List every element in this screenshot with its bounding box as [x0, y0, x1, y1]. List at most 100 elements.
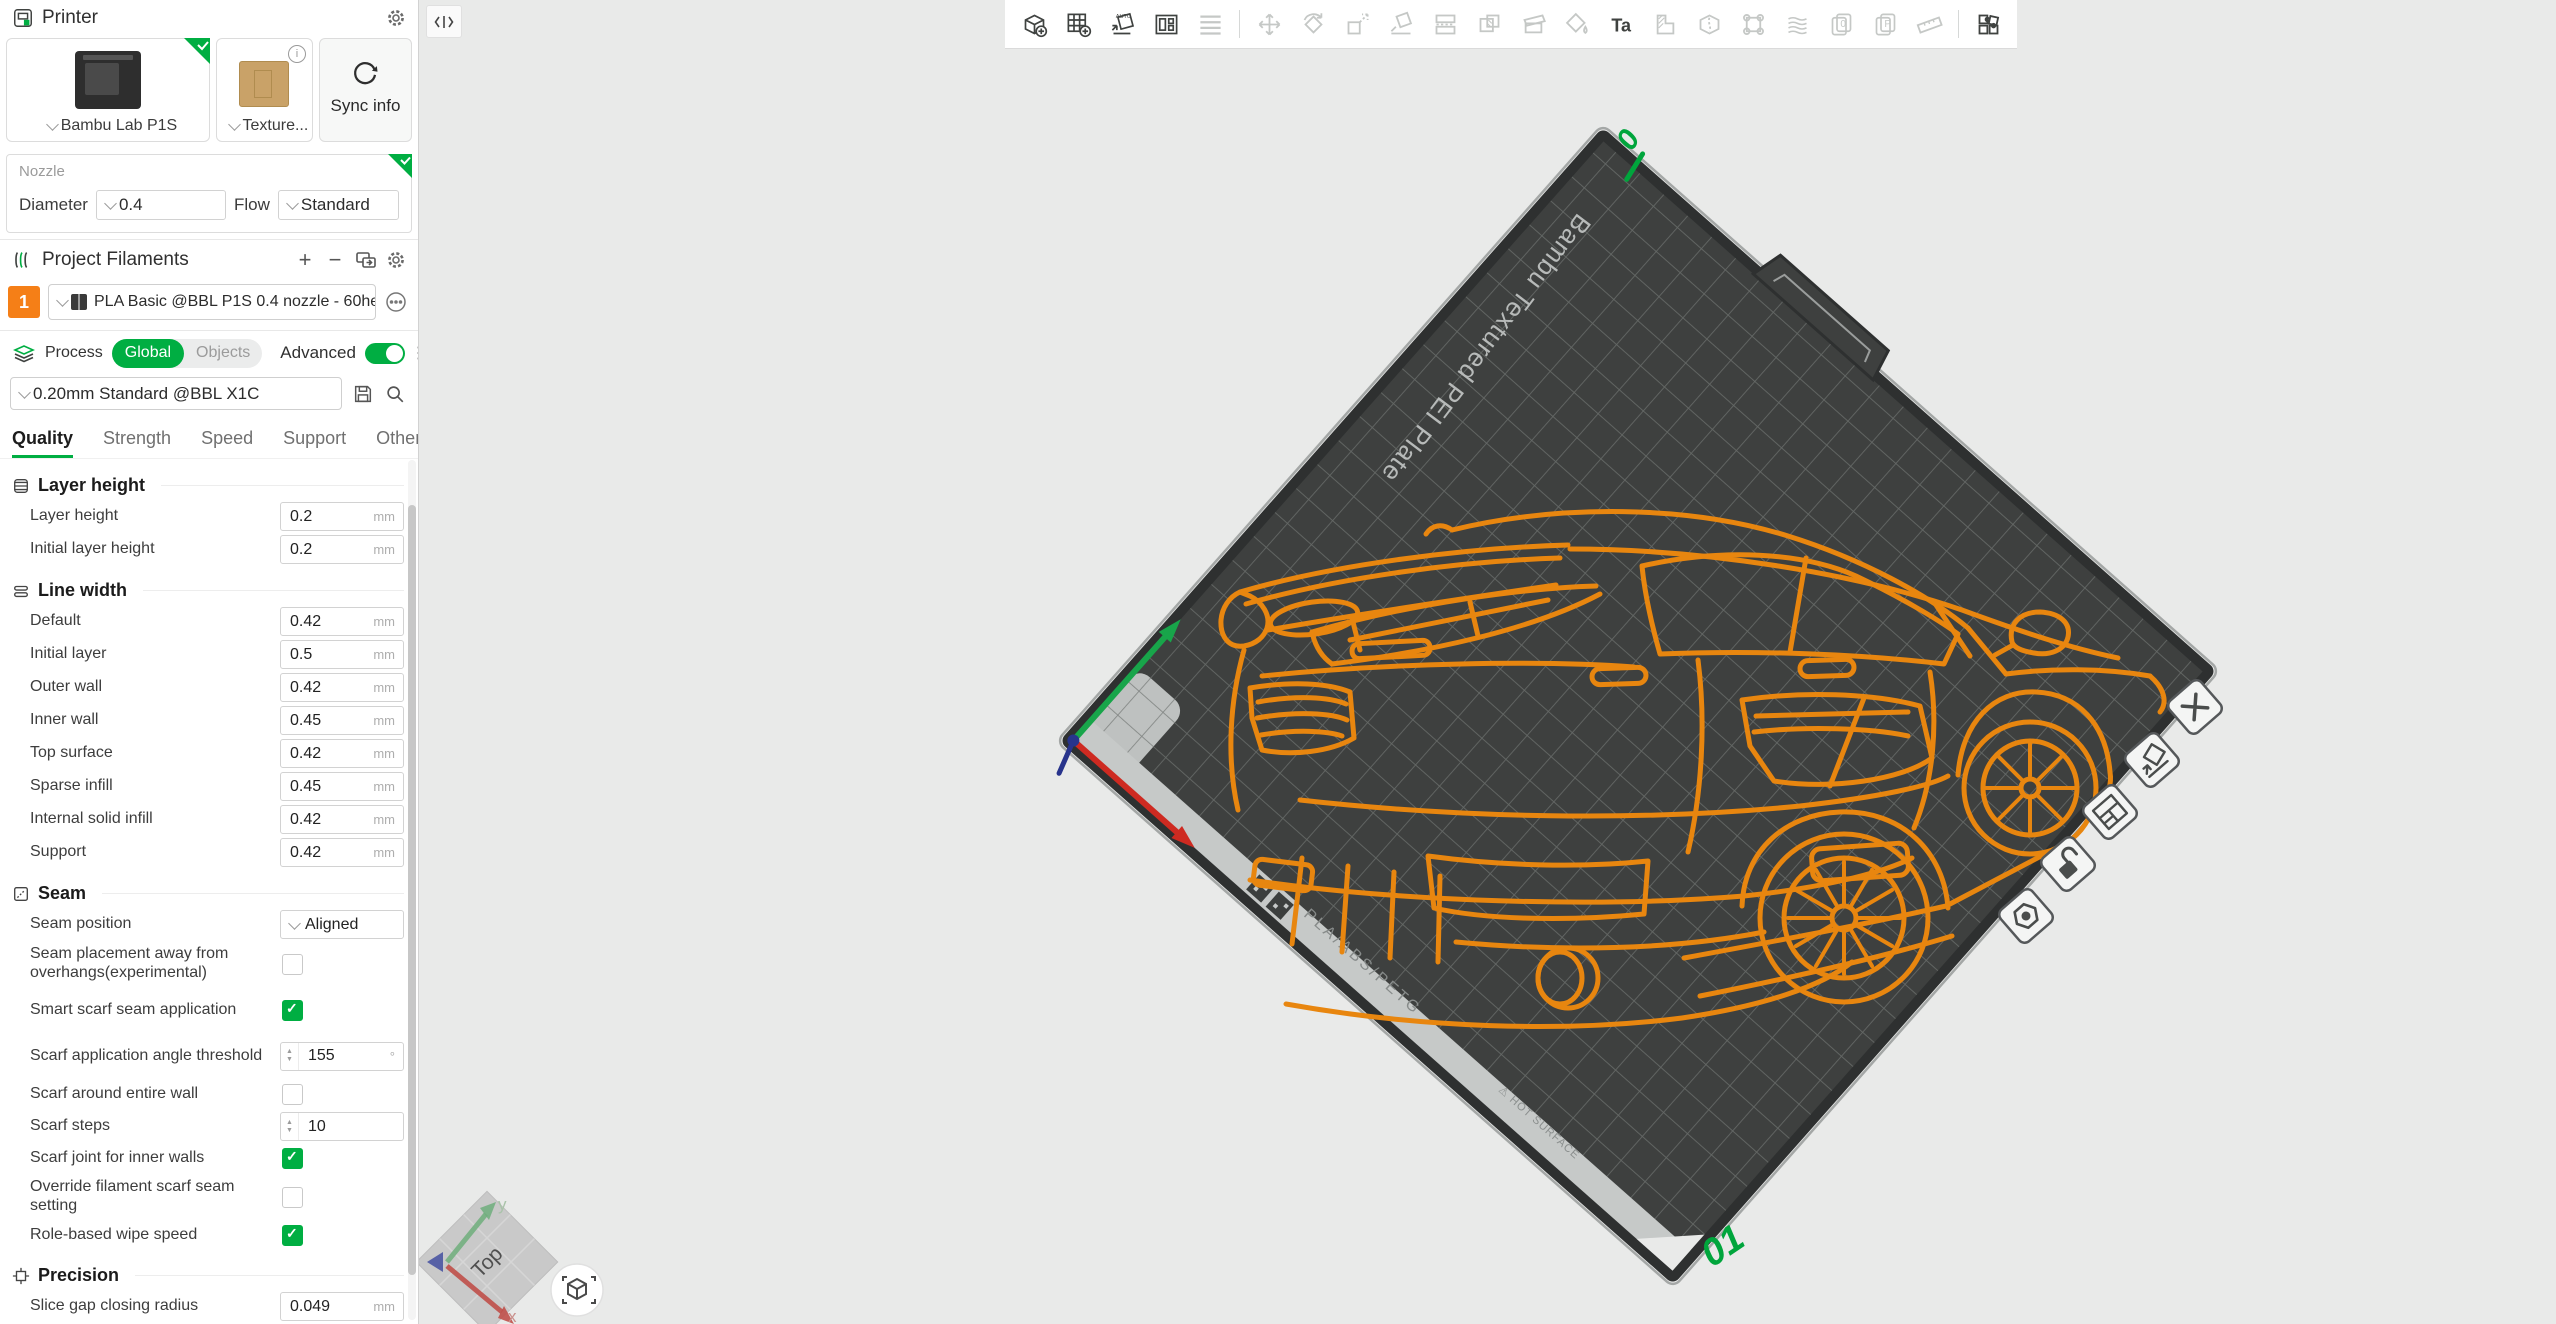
section-title: Line width — [38, 580, 127, 601]
arrange-icon — [1153, 11, 1180, 38]
sidebar-collapse-button[interactable] — [426, 5, 462, 38]
save-preset-icon[interactable] — [352, 383, 374, 405]
seam-painting-icon: P — [1872, 11, 1899, 38]
orientation-gizmo[interactable]: Top y x — [419, 1191, 558, 1324]
add-filament-button[interactable]: + — [294, 247, 316, 273]
printer-settings-gear-icon[interactable] — [386, 8, 406, 28]
plugin-button[interactable] — [1969, 5, 2007, 43]
seam-overhang-checkbox[interactable] — [282, 954, 303, 975]
nozzle-diameter-select[interactable]: 0.4 — [96, 190, 226, 220]
advanced-toggle[interactable] — [365, 343, 405, 364]
arrange-button[interactable] — [1147, 5, 1185, 43]
filament-slot-badge[interactable]: 1 — [8, 286, 40, 318]
cut-button[interactable] — [1514, 5, 1552, 43]
scale-button[interactable] — [1338, 5, 1376, 43]
sync-info-button[interactable]: Sync info — [319, 38, 412, 142]
override-scarf-checkbox[interactable] — [282, 1187, 303, 1208]
process-tabs: Quality Strength Speed Support Others — [0, 420, 418, 459]
nozzle-section-title: Nozzle — [19, 163, 399, 180]
filament-settings-gear-icon[interactable] — [386, 250, 406, 270]
filament-select[interactable]: PLA Basic @BBL P1S 0.4 nozzle - 60heatbe… — [48, 284, 376, 320]
ams-sync-icon[interactable] — [354, 248, 378, 272]
sync-info-label: Sync info — [331, 96, 401, 116]
assembly-view-button[interactable]: 0 — [1822, 5, 1860, 43]
build-plate[interactable]: PLA/ABS/PETG ⚠ HOT SURFACE — [1042, 109, 2233, 1304]
layer-height-input[interactable]: 0.2mm — [280, 502, 404, 531]
process-panel-title: Process — [45, 344, 103, 362]
split-to-objects-icon — [1432, 11, 1459, 38]
line-width-top-surface-input[interactable]: 0.42mm — [280, 739, 404, 768]
add-plate-button[interactable] — [1059, 5, 1097, 43]
tab-strength[interactable]: Strength — [103, 428, 171, 458]
sidebar-scrollbar-thumb[interactable] — [408, 505, 416, 1275]
add-object-icon — [1021, 11, 1048, 38]
initial-layer-height-input[interactable]: 0.2mm — [280, 535, 404, 564]
svg-text:0: 0 — [1840, 18, 1846, 29]
tab-speed[interactable]: Speed — [201, 428, 253, 458]
3d-viewport[interactable]: PLA/ABS/PETG ⚠ HOT SURFACE Bambu Texture… — [419, 0, 2556, 1324]
plate-type-card[interactable]: i Texture... — [216, 38, 313, 142]
scarf-inner-walls-checkbox[interactable] — [282, 1148, 303, 1169]
section-title: Seam — [38, 883, 86, 904]
process-scope-toggle[interactable]: Global Objects — [112, 339, 263, 368]
split-to-objects-button[interactable] — [1426, 5, 1464, 43]
text-tool-button[interactable]: Ta — [1602, 5, 1640, 43]
line-width-internal-solid-input[interactable]: 0.42mm — [280, 805, 404, 834]
printer-model-card[interactable]: Bambu Lab P1S — [6, 38, 210, 142]
smart-scarf-checkbox[interactable] — [282, 1000, 303, 1021]
add-plate-icon — [1065, 11, 1092, 38]
process-panel-header: Process Global Objects Advanced — [0, 331, 418, 375]
nozzle-flow-select[interactable]: Standard — [278, 190, 399, 220]
build-plate-scene[interactable]: PLA/ABS/PETG ⚠ HOT SURFACE Bambu Texture… — [419, 0, 2556, 1324]
scarf-angle-spinner[interactable]: ▲▼155° — [280, 1042, 404, 1071]
measure-button[interactable] — [1910, 5, 1948, 43]
tab-quality[interactable]: Quality — [12, 428, 73, 458]
variable-layer-height-button[interactable] — [1778, 5, 1816, 43]
nav-cube-button[interactable] — [551, 1264, 603, 1316]
printer-panel-header: Printer — [0, 0, 418, 36]
line-width-default-input[interactable]: 0.42mm — [280, 607, 404, 636]
line-width-outer-wall-input[interactable]: 0.42mm — [280, 673, 404, 702]
scope-global[interactable]: Global — [112, 339, 184, 368]
split-to-parts-button[interactable] — [1470, 5, 1508, 43]
seam-painting-button[interactable]: P — [1866, 5, 1904, 43]
printer-selected-check-icon — [184, 38, 210, 64]
lay-on-face-button[interactable] — [1382, 5, 1420, 43]
object-list-button[interactable] — [1191, 5, 1229, 43]
line-width-support-input[interactable]: 0.42mm — [280, 838, 404, 867]
line-width-sparse-infill-input[interactable]: 0.45mm — [280, 772, 404, 801]
setting-label: Seam placement away from overhangs(exper… — [30, 945, 282, 983]
plate-info-icon[interactable]: i — [288, 45, 306, 63]
layer-height-icon — [12, 477, 30, 495]
toolbar-separator — [1239, 10, 1240, 38]
remove-filament-button[interactable]: − — [324, 247, 346, 273]
auto-orient-button[interactable]: AUTO — [1103, 5, 1141, 43]
color-paint-button[interactable] — [1558, 5, 1596, 43]
slice-gap-input[interactable]: 0.049mm — [280, 1292, 404, 1321]
plate-photo — [239, 61, 289, 107]
process-preset-name: 0.20mm Standard @BBL X1C — [33, 384, 259, 404]
text-tool-icon: Ta — [1608, 11, 1635, 38]
process-preset-select[interactable]: 0.20mm Standard @BBL X1C — [10, 377, 342, 410]
filament-name: PLA Basic @BBL P1S 0.4 nozzle - 60heatbe… — [94, 293, 376, 311]
line-width-inner-wall-input[interactable]: 0.45mm — [280, 706, 404, 735]
nozzle-diameter-label: Diameter — [19, 195, 88, 215]
hollow-button[interactable] — [1646, 5, 1684, 43]
auto-orient-icon: AUTO — [1109, 11, 1136, 38]
scarf-entire-wall-checkbox[interactable] — [282, 1084, 303, 1105]
chevron-down-icon — [46, 118, 59, 131]
rotate-button[interactable] — [1294, 5, 1332, 43]
mesh-boolean-button[interactable] — [1690, 5, 1728, 43]
search-preset-icon[interactable] — [384, 383, 406, 405]
seam-position-select[interactable]: Aligned — [280, 910, 404, 939]
scarf-steps-spinner[interactable]: ▲▼10 — [280, 1112, 404, 1141]
scope-objects[interactable]: Objects — [184, 344, 262, 362]
role-wipe-speed-checkbox[interactable] — [282, 1225, 303, 1246]
tab-others[interactable]: Others — [376, 428, 419, 458]
move-button[interactable] — [1250, 5, 1288, 43]
fuzzy-skin-button[interactable] — [1734, 5, 1772, 43]
add-object-button[interactable] — [1015, 5, 1053, 43]
tab-support[interactable]: Support — [283, 428, 346, 458]
line-width-initial-input[interactable]: 0.5mm — [280, 640, 404, 669]
filament-more-icon[interactable] — [384, 290, 408, 314]
